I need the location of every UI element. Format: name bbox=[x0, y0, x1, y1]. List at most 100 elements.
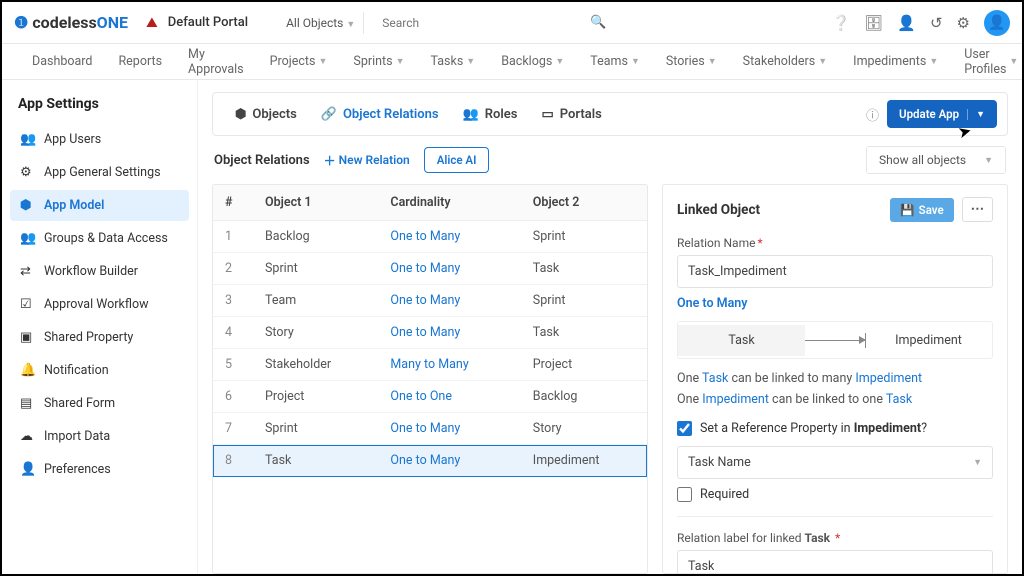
sidebar-item-label: Approval Workflow bbox=[44, 297, 148, 312]
sidebar-item[interactable]: ⬢App Model bbox=[10, 190, 189, 221]
filter-dropdown[interactable]: Show all objects▼ bbox=[866, 146, 1006, 174]
save-button[interactable]: 💾 Save bbox=[890, 198, 953, 222]
sidebar-item-label: Preferences bbox=[44, 462, 111, 477]
relation-label-1-input[interactable] bbox=[677, 550, 993, 574]
tab[interactable]: 🔗Object Relations bbox=[309, 99, 451, 130]
nav-item[interactable]: Reports bbox=[108, 48, 172, 75]
column-header[interactable]: # bbox=[213, 185, 253, 221]
sidebar-item-icon: ▤ bbox=[20, 396, 36, 411]
portal-name[interactable]: Default Portal bbox=[168, 15, 248, 30]
table-row[interactable]: 7SprintOne to ManyStory bbox=[213, 413, 647, 445]
sidebar-item[interactable]: ▣ Shared Property bbox=[10, 322, 189, 353]
nav-item[interactable]: Projects ▼ bbox=[260, 48, 338, 75]
tab-icon: 👥 bbox=[463, 107, 479, 122]
nav-item[interactable]: Tasks ▼ bbox=[420, 48, 485, 75]
sidebar-item[interactable]: 👥 Groups & Data Access bbox=[10, 223, 189, 254]
cardinality-link[interactable]: Many to Many bbox=[390, 357, 468, 372]
alice-ai-button[interactable]: Alice AI bbox=[424, 147, 490, 173]
sidebar-item[interactable]: 👤Preferences bbox=[10, 454, 189, 485]
cardinality-link[interactable]: One to Many bbox=[677, 296, 748, 311]
table-row[interactable]: 2SprintOne to ManyTask bbox=[213, 253, 647, 285]
nav-item[interactable]: Stakeholders ▼ bbox=[733, 48, 838, 75]
sidebar-title: App Settings bbox=[10, 90, 189, 124]
nav-item[interactable]: Dashboard bbox=[22, 48, 102, 75]
sidebar-item[interactable]: ▤Shared Form bbox=[10, 388, 189, 419]
nav-item[interactable]: Stories ▼ bbox=[656, 48, 727, 75]
table-row[interactable]: 4StoryOne to ManyTask bbox=[213, 317, 647, 349]
sidebar-item[interactable]: ☑ Approval Workflow bbox=[10, 289, 189, 320]
table-row[interactable]: 1BacklogOne to ManySprint bbox=[213, 221, 647, 253]
sidebar-item-icon: ☁ bbox=[20, 429, 36, 444]
table-row[interactable]: 3TeamOne to ManySprint bbox=[213, 285, 647, 317]
column-header[interactable]: Cardinality bbox=[378, 185, 520, 221]
sidebar-item[interactable]: ⚙App General Settings bbox=[10, 157, 189, 188]
new-relation-button[interactable]: ＋ New Relation bbox=[324, 152, 410, 169]
diagram-left-object: Task bbox=[678, 325, 805, 356]
diagram-right-object: Impediment bbox=[865, 325, 992, 356]
sidebar-item[interactable]: 🔔Notification bbox=[10, 355, 189, 386]
tab[interactable]: ⬢Objects bbox=[223, 99, 309, 130]
logo-mark: ❶ bbox=[14, 13, 28, 32]
relation-label-1: Relation label for linked Task * bbox=[677, 531, 993, 545]
search-wrap: 🔍 bbox=[374, 10, 614, 36]
sidebar-item[interactable]: ☁Import Data bbox=[10, 421, 189, 452]
cardinality-link[interactable]: One to One bbox=[390, 389, 452, 404]
cardinality-link[interactable]: One to Many bbox=[390, 293, 460, 308]
reference-property-select[interactable]: Task Name▼ bbox=[677, 446, 993, 479]
reference-property-checkbox[interactable] bbox=[677, 421, 692, 436]
topbar: ❶ codelessONE ⛰ Default Portal All Objec… bbox=[2, 2, 1022, 44]
history-icon[interactable]: ↺ bbox=[930, 14, 943, 32]
update-app-button[interactable]: Update App▼ bbox=[887, 100, 997, 128]
info-icon[interactable]: ⓘ bbox=[866, 105, 879, 124]
nav-item[interactable]: My Approvals bbox=[178, 41, 254, 83]
cardinality-link[interactable]: One to Many bbox=[390, 325, 460, 340]
required-checkbox-row: Required bbox=[677, 487, 993, 502]
sidebar-item[interactable]: ⇄Workflow Builder bbox=[10, 256, 189, 287]
table-row[interactable]: 5StakeholderMany to ManyProject bbox=[213, 349, 647, 381]
sidebar-item-icon: ▣ bbox=[20, 330, 36, 345]
tab-icon: ▭ bbox=[541, 107, 553, 122]
relation-name-input[interactable] bbox=[677, 255, 993, 288]
section-title: Object Relations bbox=[214, 153, 310, 168]
nav-item[interactable]: Sprints ▼ bbox=[343, 48, 414, 75]
user-add-icon[interactable]: 👤 bbox=[897, 14, 916, 32]
nav-item[interactable]: User Profiles ▼ bbox=[954, 41, 1024, 83]
relation-desc-1: One Task can be linked to many Impedimen… bbox=[677, 371, 993, 386]
sidebar-item-label: Groups & Data Access bbox=[44, 231, 168, 246]
nav-item[interactable]: Impediments ▼ bbox=[843, 48, 948, 75]
cardinality-link[interactable]: One to Many bbox=[390, 453, 460, 468]
nav-item[interactable]: Teams ▼ bbox=[580, 48, 650, 75]
table-row[interactable]: 6ProjectOne to OneBacklog bbox=[213, 381, 647, 413]
cardinality-link[interactable]: One to Many bbox=[390, 229, 460, 244]
tab[interactable]: 👥Roles bbox=[451, 99, 530, 130]
database-icon[interactable]: 🗄 bbox=[864, 14, 883, 32]
search-input[interactable] bbox=[374, 10, 582, 36]
help-icon[interactable]: ❔ bbox=[832, 14, 851, 32]
nav-item[interactable]: Backlogs ▼ bbox=[491, 48, 574, 75]
detail-panel: Linked Object 💾 Save ⋯ Relation Name* On… bbox=[662, 184, 1008, 574]
cardinality-link[interactable]: One to Many bbox=[390, 261, 460, 276]
relation-desc-2: One Impediment can be linked to one Task bbox=[677, 392, 993, 407]
sidebar-item-icon: 👥 bbox=[20, 231, 36, 246]
more-button[interactable]: ⋯ bbox=[962, 197, 993, 222]
sidebar-item-icon: ☑ bbox=[20, 297, 36, 312]
sidebar-item-label: Shared Property bbox=[44, 330, 133, 345]
relation-name-label: Relation Name* bbox=[677, 236, 993, 250]
column-header[interactable]: Object 1 bbox=[253, 185, 378, 221]
content: ⬢Objects🔗Object Relations👥Roles▭Portals … bbox=[198, 80, 1022, 574]
chevron-down-icon[interactable]: ▼ bbox=[967, 109, 985, 120]
logo[interactable]: ❶ codelessONE bbox=[14, 13, 128, 32]
cardinality-link[interactable]: One to Many bbox=[390, 421, 460, 436]
required-checkbox[interactable] bbox=[677, 487, 692, 502]
subheader: Object Relations ＋ New Relation Alice AI… bbox=[212, 146, 1008, 174]
diagram-arrow bbox=[805, 340, 865, 341]
gear-icon[interactable]: ⚙ bbox=[957, 14, 970, 32]
sidebar-item-icon: 👥 bbox=[20, 132, 36, 147]
column-header[interactable]: Object 2 bbox=[521, 185, 647, 221]
sidebar-item[interactable]: 👥App Users bbox=[10, 124, 189, 155]
tab[interactable]: ▭Portals bbox=[529, 99, 613, 130]
search-icon[interactable]: 🔍 bbox=[582, 15, 614, 30]
object-scope-dropdown[interactable]: All Objects ▼ bbox=[278, 12, 364, 34]
avatar[interactable]: 👤 bbox=[984, 10, 1010, 36]
table-row[interactable]: 8TaskOne to ManyImpediment bbox=[213, 445, 647, 477]
